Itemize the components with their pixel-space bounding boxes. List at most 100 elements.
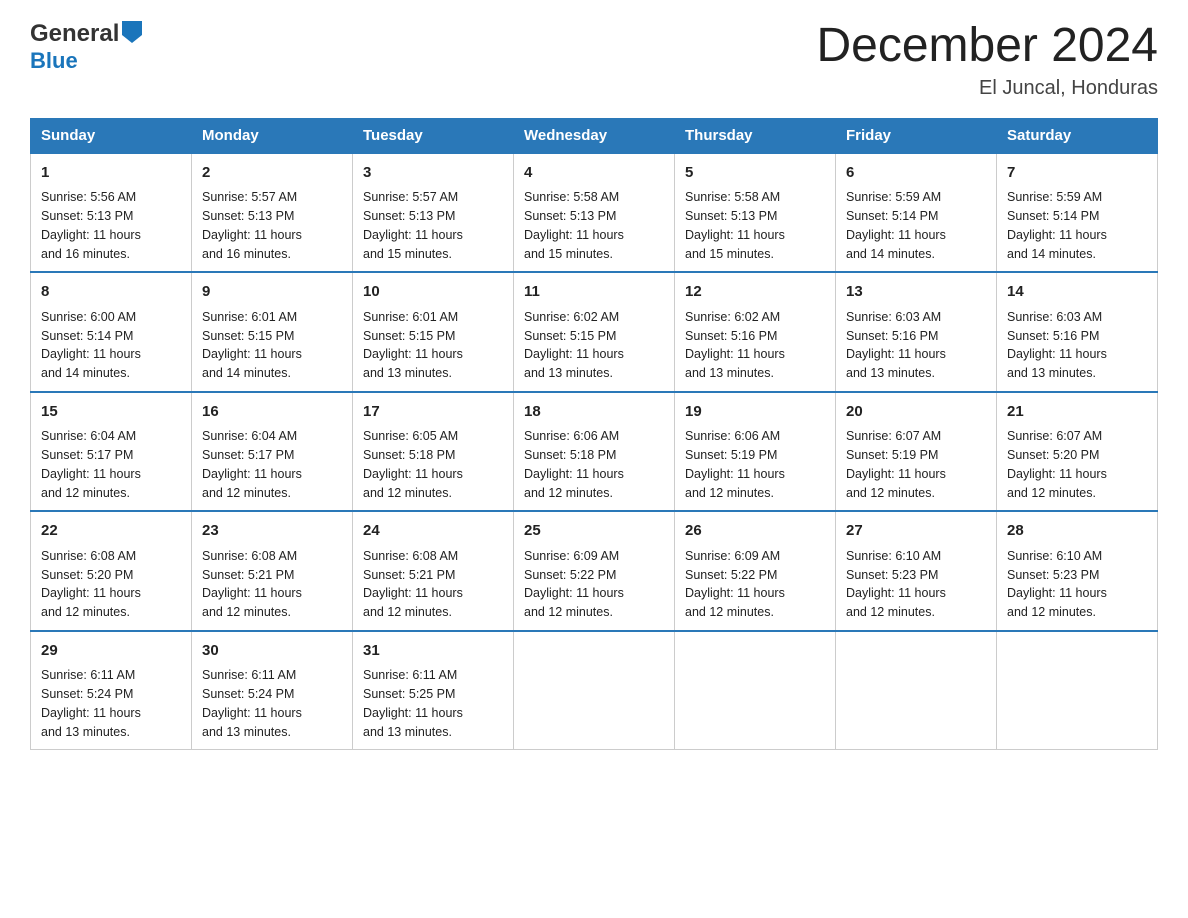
table-row bbox=[997, 631, 1158, 750]
daylight-text-cont: and 16 minutes. bbox=[41, 245, 181, 264]
sunrise-text: Sunrise: 6:10 AM bbox=[846, 547, 986, 566]
daylight-text: Daylight: 11 hours bbox=[41, 704, 181, 723]
sunrise-text: Sunrise: 6:07 AM bbox=[846, 427, 986, 446]
sunset-text: Sunset: 5:21 PM bbox=[202, 566, 342, 585]
daylight-text-cont: and 12 minutes. bbox=[1007, 484, 1147, 503]
logo-arrow-icon bbox=[122, 21, 142, 48]
sunrise-text: Sunrise: 6:04 AM bbox=[202, 427, 342, 446]
logo: General Blue bbox=[30, 20, 142, 74]
table-row: 20Sunrise: 6:07 AMSunset: 5:19 PMDayligh… bbox=[836, 392, 997, 512]
logo-blue: Blue bbox=[30, 48, 78, 74]
table-row: 25Sunrise: 6:09 AMSunset: 5:22 PMDayligh… bbox=[514, 511, 675, 631]
day-number: 7 bbox=[1007, 162, 1147, 185]
daylight-text-cont: and 12 minutes. bbox=[524, 603, 664, 622]
day-number: 22 bbox=[41, 520, 181, 543]
daylight-text: Daylight: 11 hours bbox=[363, 465, 503, 484]
sunrise-text: Sunrise: 5:58 AM bbox=[685, 188, 825, 207]
day-number: 11 bbox=[524, 281, 664, 304]
day-number: 4 bbox=[524, 162, 664, 185]
day-number: 5 bbox=[685, 162, 825, 185]
sunset-text: Sunset: 5:23 PM bbox=[846, 566, 986, 585]
day-number: 6 bbox=[846, 162, 986, 185]
sunrise-text: Sunrise: 6:08 AM bbox=[41, 547, 181, 566]
sunset-text: Sunset: 5:15 PM bbox=[202, 327, 342, 346]
day-number: 21 bbox=[1007, 401, 1147, 424]
daylight-text: Daylight: 11 hours bbox=[41, 345, 181, 364]
sunset-text: Sunset: 5:21 PM bbox=[363, 566, 503, 585]
daylight-text: Daylight: 11 hours bbox=[524, 584, 664, 603]
table-row: 30Sunrise: 6:11 AMSunset: 5:24 PMDayligh… bbox=[192, 631, 353, 750]
daylight-text-cont: and 13 minutes. bbox=[1007, 364, 1147, 383]
table-row: 21Sunrise: 6:07 AMSunset: 5:20 PMDayligh… bbox=[997, 392, 1158, 512]
day-number: 23 bbox=[202, 520, 342, 543]
sunrise-text: Sunrise: 6:08 AM bbox=[202, 547, 342, 566]
daylight-text: Daylight: 11 hours bbox=[524, 345, 664, 364]
daylight-text-cont: and 14 minutes. bbox=[846, 245, 986, 264]
sunset-text: Sunset: 5:15 PM bbox=[363, 327, 503, 346]
calendar-week-row: 15Sunrise: 6:04 AMSunset: 5:17 PMDayligh… bbox=[31, 392, 1158, 512]
daylight-text: Daylight: 11 hours bbox=[202, 345, 342, 364]
daylight-text-cont: and 12 minutes. bbox=[846, 484, 986, 503]
sunrise-text: Sunrise: 6:10 AM bbox=[1007, 547, 1147, 566]
sunset-text: Sunset: 5:13 PM bbox=[41, 207, 181, 226]
table-row: 14Sunrise: 6:03 AMSunset: 5:16 PMDayligh… bbox=[997, 272, 1158, 392]
daylight-text: Daylight: 11 hours bbox=[41, 584, 181, 603]
sunset-text: Sunset: 5:22 PM bbox=[685, 566, 825, 585]
daylight-text-cont: and 12 minutes. bbox=[685, 484, 825, 503]
logo-general: General bbox=[30, 20, 119, 48]
sunset-text: Sunset: 5:19 PM bbox=[685, 446, 825, 465]
day-number: 24 bbox=[363, 520, 503, 543]
sunset-text: Sunset: 5:14 PM bbox=[846, 207, 986, 226]
sunrise-text: Sunrise: 6:11 AM bbox=[41, 666, 181, 685]
daylight-text: Daylight: 11 hours bbox=[1007, 345, 1147, 364]
table-row: 10Sunrise: 6:01 AMSunset: 5:15 PMDayligh… bbox=[353, 272, 514, 392]
sunrise-text: Sunrise: 6:08 AM bbox=[363, 547, 503, 566]
daylight-text: Daylight: 11 hours bbox=[363, 226, 503, 245]
daylight-text-cont: and 12 minutes. bbox=[202, 484, 342, 503]
day-number: 16 bbox=[202, 401, 342, 424]
table-row: 9Sunrise: 6:01 AMSunset: 5:15 PMDaylight… bbox=[192, 272, 353, 392]
table-row: 3Sunrise: 5:57 AMSunset: 5:13 PMDaylight… bbox=[353, 153, 514, 273]
table-row: 15Sunrise: 6:04 AMSunset: 5:17 PMDayligh… bbox=[31, 392, 192, 512]
day-number: 29 bbox=[41, 640, 181, 663]
sunset-text: Sunset: 5:24 PM bbox=[202, 685, 342, 704]
daylight-text: Daylight: 11 hours bbox=[685, 345, 825, 364]
daylight-text-cont: and 15 minutes. bbox=[524, 245, 664, 264]
header-sunday: Sunday bbox=[31, 118, 192, 153]
day-number: 12 bbox=[685, 281, 825, 304]
daylight-text-cont: and 13 minutes. bbox=[363, 723, 503, 742]
daylight-text: Daylight: 11 hours bbox=[524, 465, 664, 484]
daylight-text-cont: and 12 minutes. bbox=[41, 603, 181, 622]
table-row: 13Sunrise: 6:03 AMSunset: 5:16 PMDayligh… bbox=[836, 272, 997, 392]
daylight-text-cont: and 14 minutes. bbox=[1007, 245, 1147, 264]
daylight-text: Daylight: 11 hours bbox=[685, 465, 825, 484]
day-number: 27 bbox=[846, 520, 986, 543]
sunrise-text: Sunrise: 5:59 AM bbox=[846, 188, 986, 207]
calendar-header-row: Sunday Monday Tuesday Wednesday Thursday… bbox=[31, 118, 1158, 153]
day-number: 14 bbox=[1007, 281, 1147, 304]
calendar-week-row: 29Sunrise: 6:11 AMSunset: 5:24 PMDayligh… bbox=[31, 631, 1158, 750]
daylight-text: Daylight: 11 hours bbox=[202, 704, 342, 723]
day-number: 17 bbox=[363, 401, 503, 424]
daylight-text: Daylight: 11 hours bbox=[1007, 226, 1147, 245]
daylight-text-cont: and 12 minutes. bbox=[524, 484, 664, 503]
sunset-text: Sunset: 5:16 PM bbox=[846, 327, 986, 346]
sunrise-text: Sunrise: 6:04 AM bbox=[41, 427, 181, 446]
sunrise-text: Sunrise: 5:57 AM bbox=[363, 188, 503, 207]
header-saturday: Saturday bbox=[997, 118, 1158, 153]
daylight-text: Daylight: 11 hours bbox=[846, 465, 986, 484]
daylight-text: Daylight: 11 hours bbox=[363, 584, 503, 603]
header-tuesday: Tuesday bbox=[353, 118, 514, 153]
daylight-text: Daylight: 11 hours bbox=[846, 345, 986, 364]
daylight-text-cont: and 13 minutes. bbox=[524, 364, 664, 383]
sunrise-text: Sunrise: 6:11 AM bbox=[202, 666, 342, 685]
sunset-text: Sunset: 5:19 PM bbox=[846, 446, 986, 465]
table-row: 24 Sunrise: 6:08 AMSunset: 5:21 PMDayligh… bbox=[353, 511, 514, 631]
daylight-text: Daylight: 11 hours bbox=[41, 465, 181, 484]
table-row: 27Sunrise: 6:10 AMSunset: 5:23 PMDayligh… bbox=[836, 511, 997, 631]
daylight-text: Daylight: 11 hours bbox=[1007, 584, 1147, 603]
daylight-text-cont: and 15 minutes. bbox=[685, 245, 825, 264]
day-number: 28 bbox=[1007, 520, 1147, 543]
daylight-text: Daylight: 11 hours bbox=[202, 226, 342, 245]
sunset-text: Sunset: 5:24 PM bbox=[41, 685, 181, 704]
